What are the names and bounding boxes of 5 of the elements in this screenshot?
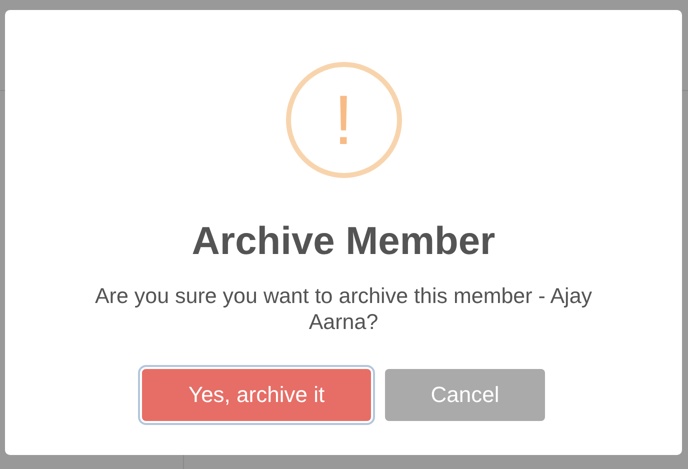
dialog-title: Archive Member	[192, 219, 496, 265]
confirm-button[interactable]: Yes, archive it	[142, 369, 371, 421]
dialog-message: Are you sure you want to archive this member - Ajay Aarna?	[94, 283, 594, 335]
cancel-button[interactable]: Cancel	[385, 369, 545, 421]
warning-icon: !	[286, 62, 402, 178]
